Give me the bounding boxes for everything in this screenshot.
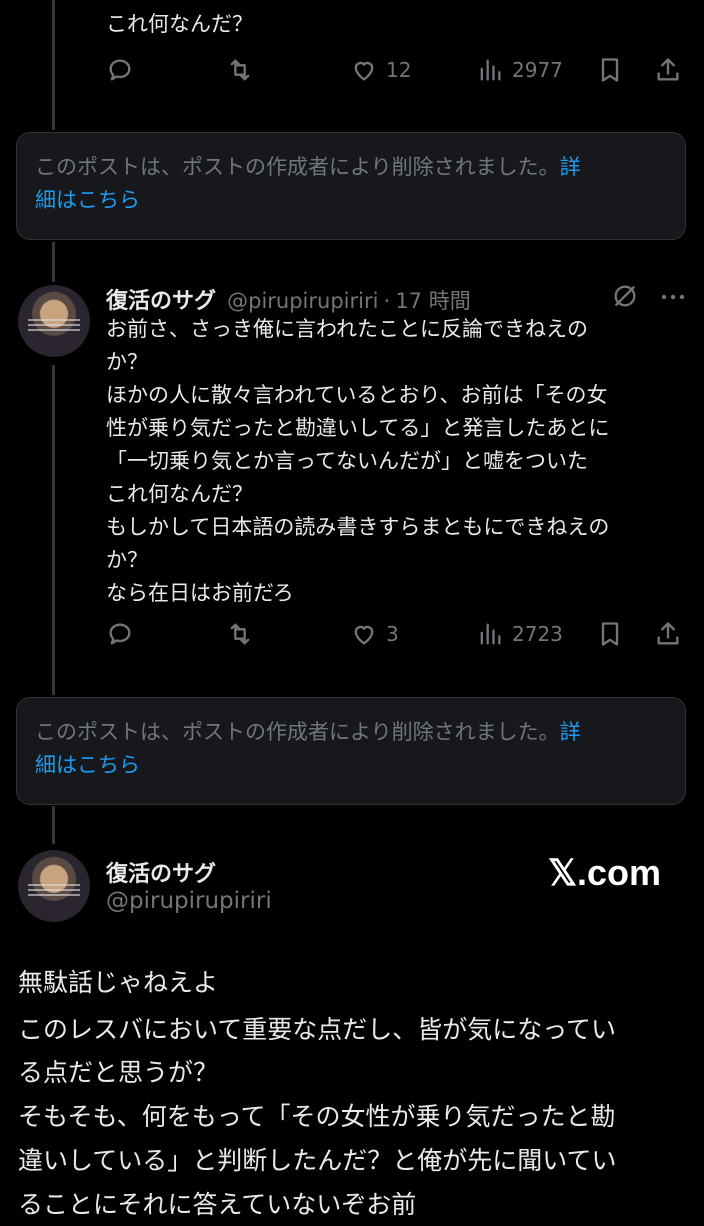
grok-icon [614, 285, 636, 307]
display-name[interactable]: 復活のサグ [106, 289, 216, 314]
grok-button[interactable] [611, 282, 641, 312]
deleted-notice-text: このポストは、ポストの作成者により削除されました。 [35, 155, 560, 179]
x-com-watermark: 𝕏.com [548, 852, 662, 893]
details-link[interactable]: 詳 [560, 155, 581, 179]
bookmark-button[interactable] [596, 614, 624, 654]
reply-line: 「一切乗り気とか言ってないんだが」と嘘をついた [106, 449, 588, 473]
views-count: 2977 [512, 58, 563, 82]
views-count: 2723 [512, 622, 563, 646]
share-button[interactable] [654, 50, 682, 90]
thread-line-1 [52, 0, 55, 130]
bookmark-icon [601, 622, 619, 646]
main-line: 違いしている」と判断したんだ？と俺が先に聞いてい [18, 1146, 617, 1175]
avatar[interactable] [18, 285, 90, 357]
reply-button[interactable] [106, 50, 134, 90]
reply-button[interactable] [106, 614, 134, 654]
more-button[interactable] [656, 283, 690, 311]
main-line: る点だと思うが？ [18, 1058, 219, 1087]
reply-line: なら在日はお前だろ [106, 581, 294, 605]
reply-actions: 3 2723 [106, 614, 690, 654]
details-link-cont[interactable]: 細はこちら [35, 188, 140, 212]
bookmark-icon [601, 58, 619, 82]
main-handle[interactable]: @pirupirupiriri [106, 888, 272, 914]
details-link-cont[interactable]: 細はこちら [35, 753, 140, 777]
like-icon [354, 625, 374, 645]
separator-dot: · [383, 289, 391, 313]
like-icon [354, 61, 374, 81]
deleted-post-notice-2: このポストは、ポストの作成者により削除されました。詳 細はこちら [16, 697, 686, 805]
retweet-button[interactable] [226, 50, 254, 90]
reply-line: 性が乗り気だったと勘違いしてる」と発言したあとに [106, 416, 610, 440]
retweet-icon [230, 59, 250, 81]
views-button[interactable]: 2723 [476, 614, 563, 654]
reply-line: か？ [106, 350, 148, 374]
share-icon [657, 622, 679, 645]
like-button[interactable]: 3 [350, 614, 399, 654]
deleted-post-notice: このポストは、ポストの作成者により削除されました。詳 細はこちら [16, 132, 686, 240]
top-tweet-actions: 12 2977 [106, 50, 690, 90]
handle[interactable]: @pirupirupiriri [227, 289, 378, 313]
reply-line: ほかの人に散々言われているとおり、お前は「その女 [106, 383, 608, 407]
reply-line: お前さ、さっき俺に言われたことに反論できねえの [106, 317, 588, 341]
share-icon [657, 58, 679, 81]
views-icon [480, 623, 501, 645]
main-line: このレスバにおいて重要な点だし、皆が気になってい [18, 1015, 617, 1044]
reply-header: 復活のサグ @pirupirupiriri · 17 時間 [106, 283, 471, 315]
reply-line: もしかして日本語の読み書きすらまともにできねえの [106, 515, 610, 539]
thread-line-2 [52, 242, 55, 282]
top-tweet-text: これ何なんだ？ [106, 12, 253, 36]
views-button[interactable]: 2977 [476, 50, 563, 90]
reply-icon [109, 59, 131, 81]
reply-line: これ何なんだ？ [106, 482, 253, 506]
main-avatar[interactable] [18, 850, 90, 922]
reply-line: か？ [106, 548, 148, 572]
timestamp[interactable]: 17 時間 [395, 289, 470, 313]
like-count: 3 [386, 622, 399, 646]
main-line: 無駄話じゃねえよ [18, 968, 219, 997]
more-icon [661, 294, 685, 300]
thread-line-4 [52, 806, 55, 844]
deleted-notice-text: このポストは、ポストの作成者により削除されました。 [35, 720, 560, 744]
thread-line-3 [52, 365, 55, 695]
bookmark-button[interactable] [596, 50, 624, 90]
like-count: 12 [386, 58, 412, 82]
main-line: そもそも、何をもって「その女性が乗り気だったと勘 [18, 1102, 616, 1131]
details-link[interactable]: 詳 [560, 720, 581, 744]
share-button[interactable] [654, 614, 682, 654]
main-display-name[interactable]: 復活のサグ [106, 856, 216, 888]
main-line: ることにそれに答えていないぞお前 [18, 1190, 417, 1219]
retweet-button[interactable] [226, 614, 254, 654]
reply-icon [109, 623, 131, 645]
retweet-icon [230, 623, 250, 645]
like-button[interactable]: 12 [350, 50, 411, 90]
views-icon [480, 59, 501, 81]
